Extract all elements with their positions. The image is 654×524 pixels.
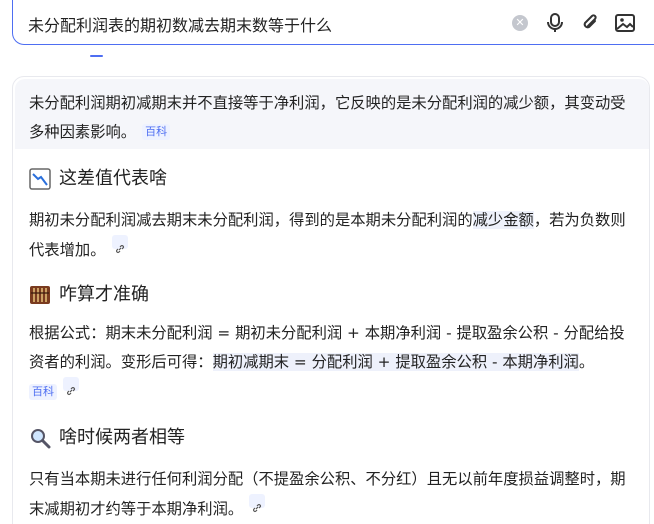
- link-icon[interactable]: [249, 494, 266, 512]
- tab-indicator: [90, 55, 103, 57]
- magnifier-icon: [29, 427, 51, 449]
- summary-text: 未分配利润期初减期末并不直接等于净利润，它反映的是未分配利润的减少额，其变动受多…: [29, 94, 626, 141]
- microphone-icon[interactable]: [544, 12, 566, 34]
- abacus-icon: [29, 284, 51, 306]
- section-heading: 啥时候两者相等: [29, 426, 185, 450]
- baike-tag[interactable]: 百科: [29, 384, 57, 400]
- section-heading: 这差值代表啥: [29, 167, 167, 191]
- ai-answer-card: 未分配利润期初减期末并不直接等于净利润，它反映的是未分配利润的减少额，其变动受多…: [12, 76, 650, 524]
- section-text: 只有当本期未进行任何利润分配（不提盈余公积、不分红）且无以前年度损益调整时，期末…: [29, 470, 626, 518]
- search-input[interactable]: 未分配利润表的期初数减去期末数等于什么: [28, 12, 332, 36]
- link-icon[interactable]: [63, 377, 79, 395]
- chart-down-icon: [29, 168, 51, 190]
- section-heading: 咋算才准确: [29, 283, 149, 307]
- baike-tag[interactable]: 百科: [142, 124, 171, 140]
- image-search-icon[interactable]: [614, 12, 636, 34]
- clear-icon[interactable]: ✕: [512, 15, 528, 31]
- link-icon[interactable]: [111, 235, 128, 253]
- search-bar[interactable]: 未分配利润表的期初数减去期末数等于什么 ✕: [12, 0, 654, 45]
- attachment-icon[interactable]: [579, 12, 601, 34]
- section-text: 期初未分配利润减去期末未分配利润，得到的是本期未分配利润的减少金额，若为负数则代…: [29, 211, 626, 259]
- section-text: 根据公式：期末未分配利润 = 期初未分配利润 + 本期净利润 - 提取盈余公积 …: [29, 324, 625, 400]
